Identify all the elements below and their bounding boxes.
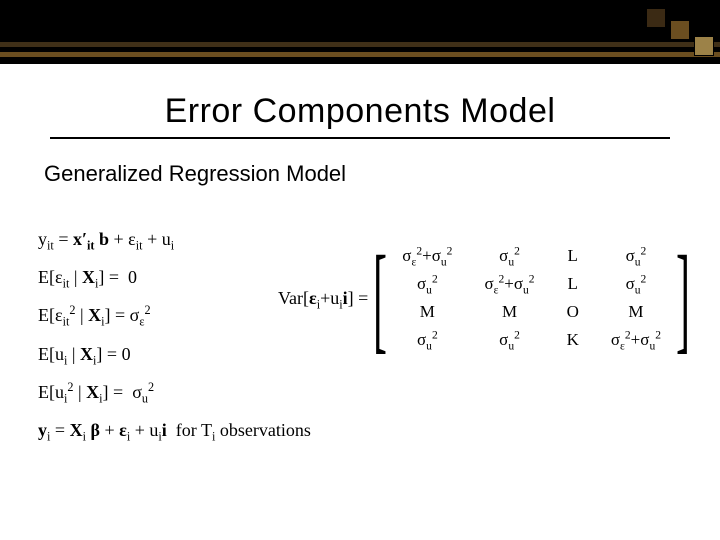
title-area: Error Components Model — [0, 64, 720, 145]
variance-block: Var[εi+uii] = [ σε2+σu2 σu2 L σu2 σu2 σε… — [278, 238, 689, 358]
eq-line-4: E[ui | Xi] = 0 — [38, 337, 311, 371]
eq-line-5: E[ui2 | Xi] = σu2 — [38, 375, 311, 409]
matrix-row: σu2 σu2 K σε2+σu2 — [386, 326, 677, 354]
bracket-left: [ — [373, 238, 387, 358]
matrix-row: σu2 σε2+σu2 L σu2 — [386, 270, 677, 298]
bracket-right: ] — [676, 238, 690, 358]
banner-stripe-2 — [0, 52, 720, 57]
eq-line-1: yit = x′it b + εit + ui — [38, 222, 311, 256]
variance-label: Var[εi+uii] = — [278, 288, 374, 309]
slide-title: Error Components Model — [0, 92, 720, 131]
slide-banner — [0, 0, 720, 64]
variance-matrix: σε2+σu2 σu2 L σu2 σu2 σε2+σu2 L σu2 MMOM… — [386, 242, 677, 354]
matrix-row: σε2+σu2 σu2 L σu2 — [386, 242, 677, 270]
banner-square-2 — [670, 20, 690, 40]
eq-line-6: yi = Xi β + εi + uii for Ti observations — [38, 413, 311, 447]
banner-square-3 — [694, 36, 714, 56]
matrix-row: MMOM — [386, 298, 677, 326]
eq-line-3: E[εit2 | Xi] = σε2 — [38, 298, 311, 332]
banner-stripe-1 — [0, 42, 720, 47]
subtitle: Generalized Regression Model — [44, 161, 720, 187]
banner-square-1 — [646, 8, 666, 28]
title-underline — [50, 137, 670, 139]
eq-line-2: E[εit | Xi] = 0 — [38, 260, 311, 294]
equations-left: yit = x′it b + εit + ui E[εit | Xi] = 0 … — [38, 222, 311, 451]
